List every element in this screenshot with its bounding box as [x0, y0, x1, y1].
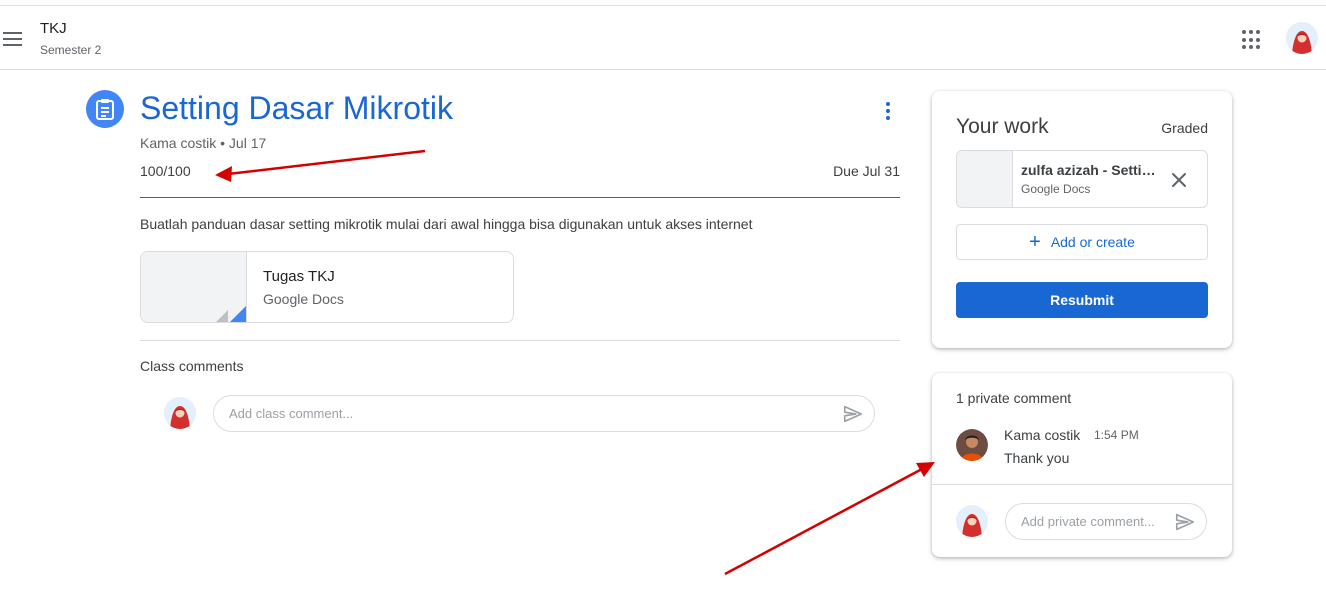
your-work-title: Your work [956, 115, 1049, 138]
class-comment-input[interactable] [213, 395, 875, 432]
assignment-due-date: Due Jul 31 [833, 163, 900, 179]
hamburger-menu-icon[interactable] [0, 26, 26, 52]
apps-grid-icon[interactable] [1242, 30, 1262, 50]
resubmit-button[interactable]: Resubmit [956, 282, 1208, 318]
account-avatar[interactable] [1286, 22, 1318, 54]
work-status-badge: Graded [1161, 120, 1208, 136]
header-divider [140, 197, 900, 198]
attachment-thumbnail [141, 252, 247, 322]
annotation-arrow-points [215, 149, 426, 182]
private-comments-divider [932, 484, 1232, 485]
attachment-title: Tugas TKJ [263, 268, 335, 285]
more-vert-icon[interactable] [878, 100, 898, 122]
user-avatar-private [956, 505, 988, 537]
attachment-type: Google Docs [263, 291, 344, 307]
class-section: Semester 2 [40, 43, 102, 57]
comment-text: Thank you [1004, 450, 1070, 466]
user-avatar [164, 397, 196, 429]
close-icon[interactable] [1169, 170, 1189, 190]
add-or-create-label: Add or create [1050, 234, 1135, 250]
submitted-file-title: zulfa azizah - Setting Dasar Mikrotik [1021, 162, 1161, 178]
send-icon[interactable] [1174, 511, 1196, 533]
send-icon[interactable] [842, 403, 864, 425]
your-work-card: Your work Graded zulfa azizah - Setting … [932, 91, 1232, 348]
private-comments-header: 1 private comment [956, 390, 1072, 406]
top-app-bar: TKJ Semester 2 [0, 5, 1326, 70]
class-name[interactable]: TKJ [40, 20, 67, 37]
attachment-card[interactable]: Tugas TKJ Google Docs [140, 251, 514, 323]
submitted-file-thumbnail [957, 151, 1013, 207]
submitted-file-type: Google Docs [1021, 182, 1091, 196]
class-comments-label: Class comments [140, 358, 244, 374]
assignment-description: Buatlah panduan dasar setting mikrotik m… [140, 216, 753, 232]
private-comments-card: 1 private comment Kama costik 1:54 PM Th… [932, 373, 1232, 557]
add-or-create-button[interactable]: + Add or create [956, 224, 1208, 260]
assignment-title: Setting Dasar Mikrotik [140, 90, 453, 126]
assignment-icon [86, 90, 124, 128]
annotation-arrow-private-comment [724, 462, 935, 576]
comments-divider [140, 340, 900, 341]
assignment-points: 100/100 [140, 163, 191, 179]
submitted-file-card[interactable]: zulfa azizah - Setting Dasar Mikrotik Go… [956, 150, 1208, 208]
commenter-avatar [956, 429, 988, 461]
plus-icon: + [1029, 231, 1041, 253]
comment-author: Kama costik [1004, 427, 1081, 443]
comment-time: 1:54 PM [1094, 428, 1139, 442]
assignment-meta: Kama costik • Jul 17 [140, 135, 267, 151]
